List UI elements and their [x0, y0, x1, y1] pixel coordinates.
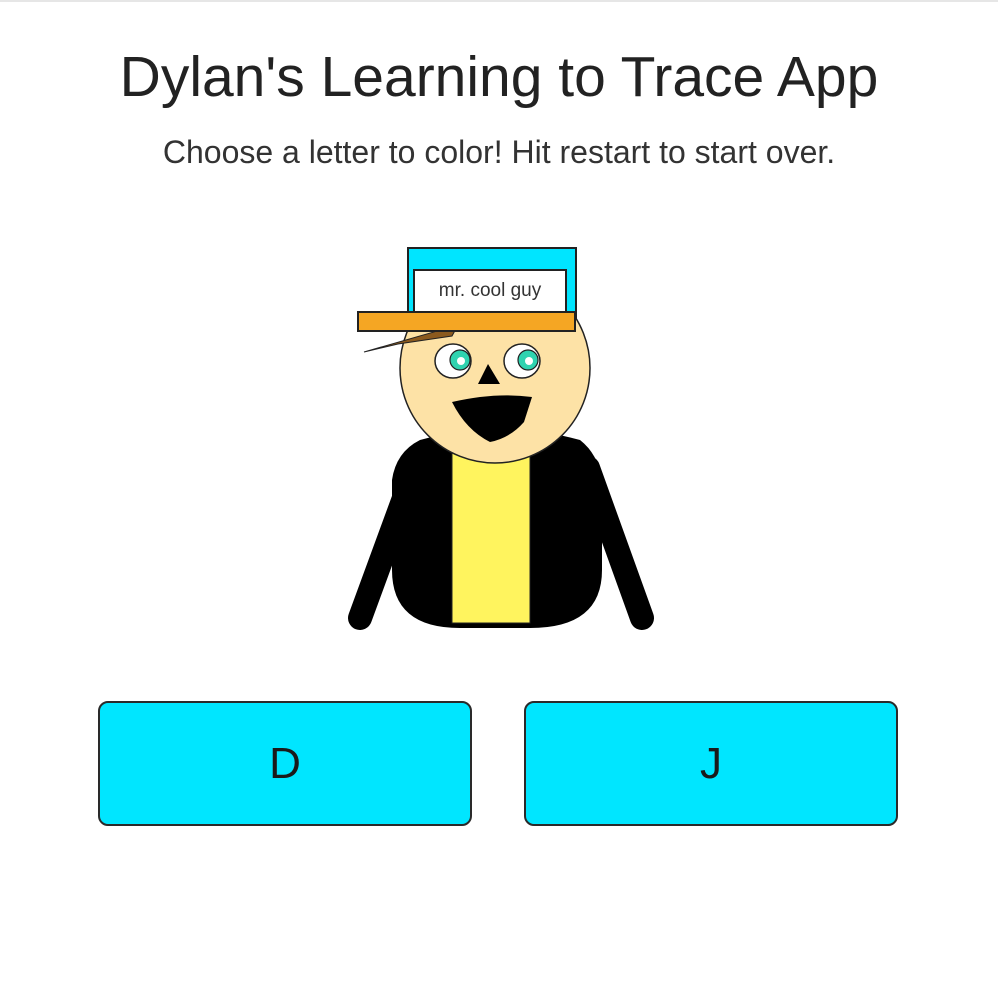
letter-j-button[interactable]: J — [524, 701, 898, 826]
letter-d-button[interactable]: D — [98, 701, 472, 826]
left-eye — [434, 343, 472, 379]
letter-choices: D J — [98, 701, 900, 828]
page-title: Dylan's Learning to Trace App — [119, 45, 879, 109]
mascot-illustration: mr. cool guy — [348, 247, 654, 630]
shirt — [451, 444, 531, 624]
app-root: Dylan's Learning to Trace App Choose a l… — [0, 0, 998, 997]
right-eye — [503, 343, 541, 379]
hat-label: mr. cool guy — [439, 280, 542, 301]
page-subtitle: Choose a letter to color! Hit restart to… — [162, 134, 836, 170]
hat-brim — [357, 311, 576, 332]
mascot-character: mr. cool guy — [340, 240, 670, 640]
top-divider — [0, 0, 998, 2]
